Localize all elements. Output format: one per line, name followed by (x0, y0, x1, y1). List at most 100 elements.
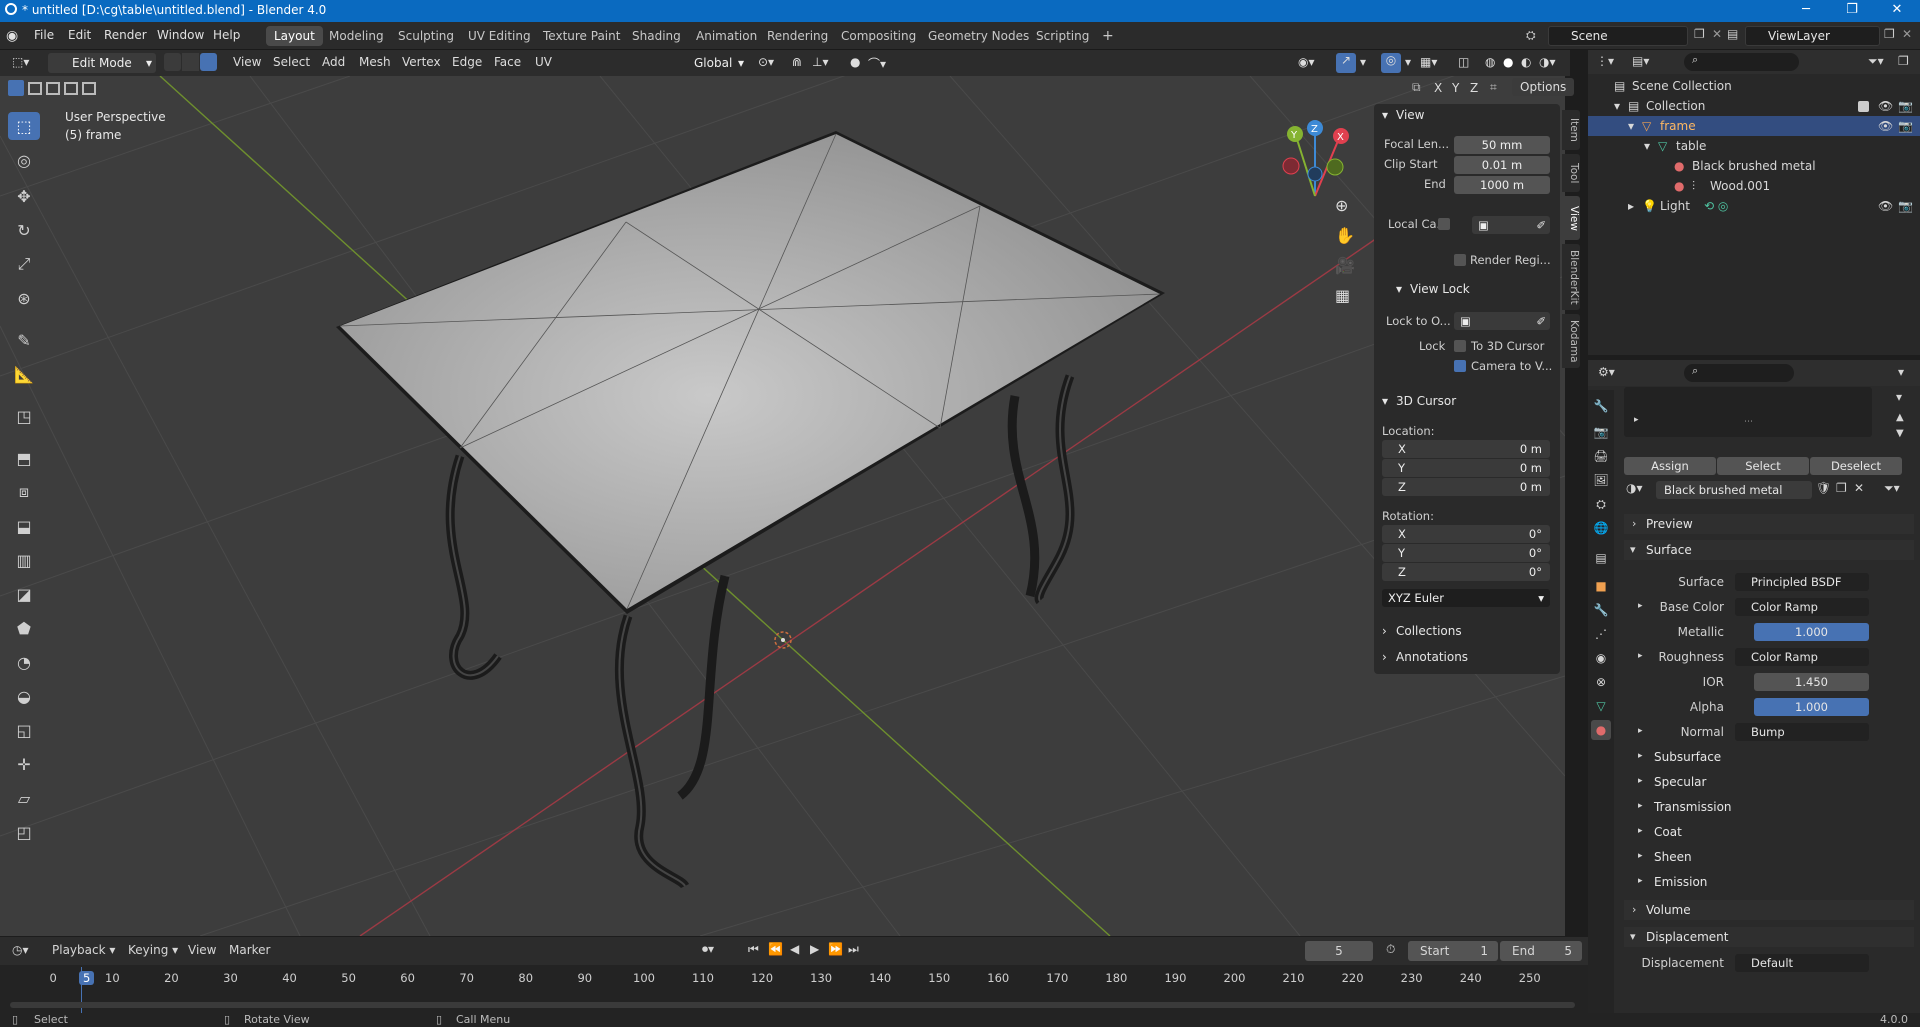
menu-edge[interactable]: Edge (452, 55, 482, 69)
3d-viewport[interactable]: Z X Y ⊕ ✋ 🎥 ▦ (0, 76, 1565, 936)
editor-type-icon[interactable]: ◷▾ (12, 943, 29, 957)
editor-type-icon[interactable]: ⋮▾ (1596, 54, 1614, 68)
workspace-tab-uv-editing[interactable]: UV Editing (460, 26, 539, 46)
chevron-down-icon[interactable]: ▾ (1898, 365, 1904, 379)
menu-view[interactable]: View (233, 55, 261, 69)
auto-keying-icon[interactable]: ⏺▾ (702, 942, 714, 957)
preview-panel-header[interactable]: › Preview (1624, 514, 1914, 534)
tab-tool[interactable]: Tool (1562, 154, 1580, 192)
solid-shading-icon[interactable]: ● (1503, 55, 1513, 69)
tab-kodama[interactable]: Kodama (1562, 314, 1580, 368)
extrude-tool-icon[interactable]: ⬒ (8, 444, 40, 472)
move-tool-icon[interactable]: ✥ (8, 182, 40, 210)
displacement-field[interactable]: Default (1735, 954, 1869, 972)
scene-icon[interactable]: ⛭ (1526, 28, 1536, 43)
cursor-tool-icon[interactable]: ◎ (8, 146, 40, 174)
outliner-row-black-brushed-metal[interactable]: ● Black brushed metal (1588, 156, 1920, 176)
end-frame-field[interactable]: End 5 (1500, 941, 1582, 961)
menu-uv[interactable]: UV (535, 55, 552, 69)
workspace-tab-modeling[interactable]: Modeling (321, 26, 392, 46)
assign-button[interactable]: Assign (1624, 457, 1716, 475)
snap-icon[interactable]: ⋒ (792, 55, 802, 69)
jump-keyframe-back-icon[interactable]: ⏪ (768, 942, 783, 956)
cursor-rotation-z-field[interactable]: Z 0° (1382, 563, 1550, 581)
surface-shader-field[interactable]: Principled BSDF (1735, 573, 1869, 591)
rotate-tool-icon[interactable]: ↻ (8, 216, 40, 244)
menu-keying[interactable]: Keying ▾ (128, 943, 178, 957)
physics-properties-icon[interactable]: ◉ (1591, 648, 1611, 668)
view-lock-chevron-icon[interactable]: ▾ (1396, 282, 1402, 296)
chevron-right-icon[interactable]: ▸ (1634, 415, 1639, 425)
camera-icon[interactable]: 📷 (1898, 96, 1913, 116)
overlay-toggle-icon[interactable]: ◎ (1381, 53, 1401, 73)
mesh-options-icon[interactable]: ⌗ (1490, 80, 1497, 95)
transmission-subpanel[interactable]: Transmission (1654, 800, 1732, 814)
exclude-checkbox[interactable] (1858, 101, 1869, 112)
falloff-icon[interactable]: ⌒▾ (868, 55, 886, 72)
gizmo-dropdown-icon[interactable]: ▾ (1360, 55, 1366, 69)
knife-tool-icon[interactable]: ◪ (8, 580, 40, 608)
annotations-header[interactable]: Annotations (1396, 650, 1468, 664)
chevron-right-icon[interactable]: ▸ (1638, 851, 1643, 861)
view-layer-selector[interactable]: ViewLayer (1745, 26, 1880, 46)
visibility-icon[interactable]: ◉▾ (1298, 55, 1315, 69)
move-down-icon[interactable]: ▼ (1896, 428, 1904, 439)
view-lock-header[interactable]: View Lock (1410, 282, 1470, 296)
mirror-x-toggle[interactable]: X (1434, 81, 1442, 95)
outliner-row-light[interactable]: ▸ 💡 Light ⟲ ◎ 👁 📷 (1588, 196, 1920, 216)
camera-icon[interactable]: 📷 (1898, 196, 1913, 216)
edge-select-icon[interactable] (182, 53, 199, 71)
select-subtract-icon[interactable] (46, 82, 60, 95)
vertex-select-icon[interactable] (164, 53, 181, 71)
shear-tool-icon[interactable]: ▱ (8, 784, 40, 812)
base-color-field[interactable]: Color Ramp (1735, 598, 1869, 616)
workspace-tab-scripting[interactable]: Scripting (1028, 26, 1097, 46)
volume-panel-header[interactable]: › Volume (1624, 900, 1914, 920)
workspace-tab-texture-paint[interactable]: Texture Paint (535, 26, 628, 46)
menu-face[interactable]: Face (494, 55, 521, 69)
wireframe-shading-icon[interactable]: ◍ (1485, 55, 1495, 69)
timeline-scrollbar[interactable] (10, 1002, 1575, 1008)
tab-view[interactable]: View (1562, 196, 1580, 240)
play-icon[interactable]: ▶ (810, 942, 819, 956)
lock-to-object-field[interactable]: ▣ ✐ (1454, 312, 1550, 330)
xray-icon[interactable]: ◫ (1458, 55, 1469, 69)
alpha-slider[interactable]: 1.000 (1754, 698, 1869, 716)
menu-vertex[interactable]: Vertex (402, 55, 441, 69)
measure-tool-icon[interactable]: 📐 (8, 360, 40, 388)
unlink-material-icon[interactable]: ✕ (1854, 481, 1864, 495)
displacement-panel-header[interactable]: ▾ Displacement (1624, 927, 1914, 947)
modifier-properties-icon[interactable]: 🔧 (1591, 600, 1611, 620)
mode-dropdown[interactable]: Edit Mode ▾ (48, 53, 156, 73)
material-properties-icon[interactable]: ● (1591, 720, 1611, 740)
workspace-tab-compositing[interactable]: Compositing (833, 26, 924, 46)
menu-edit[interactable]: Edit (68, 28, 91, 42)
add-cube-tool-icon[interactable]: ◳ (8, 402, 40, 430)
emission-subpanel[interactable]: Emission (1654, 875, 1707, 889)
specular-subpanel[interactable]: Specular (1654, 775, 1706, 789)
collections-chevron-icon[interactable]: › (1382, 624, 1387, 638)
ior-field[interactable]: 1.450 (1754, 673, 1869, 691)
sheen-subpanel[interactable]: Sheen (1654, 850, 1692, 864)
view-section-header[interactable]: View (1396, 108, 1424, 122)
spin-tool-icon[interactable]: ◔ (8, 648, 40, 676)
eyedropper-icon[interactable]: ✐ (1536, 312, 1546, 330)
coat-subpanel[interactable]: Coat (1654, 825, 1682, 839)
select-extend-icon[interactable] (28, 82, 42, 95)
outliner-search-input[interactable]: ⌕ (1684, 53, 1799, 71)
cursor-rotation-x-field[interactable]: X 0° (1382, 525, 1550, 543)
annotations-chevron-icon[interactable]: › (1382, 650, 1387, 664)
fake-user-icon[interactable]: 🛡 (1816, 481, 1831, 495)
view-layer-icon[interactable]: ▤ (1727, 27, 1738, 41)
resize-handle-icon[interactable]: ⋯ (1744, 417, 1753, 427)
camera-view-icon[interactable]: 🎥 (1335, 256, 1355, 275)
inset-tool-icon[interactable]: ⧈ (8, 478, 40, 506)
select-button[interactable]: Select (1717, 457, 1809, 475)
select-intersect-icon[interactable] (82, 82, 96, 95)
collections-header[interactable]: Collections (1396, 624, 1462, 638)
chevron-right-icon[interactable]: ▸ (1638, 776, 1643, 786)
select-invert-icon[interactable] (64, 82, 78, 95)
rotation-mode-dropdown[interactable]: XYZ Euler ▾ (1382, 589, 1550, 607)
world-properties-icon[interactable]: 🌐 (1591, 518, 1611, 538)
minimize-button[interactable]: ─ (1783, 0, 1829, 22)
